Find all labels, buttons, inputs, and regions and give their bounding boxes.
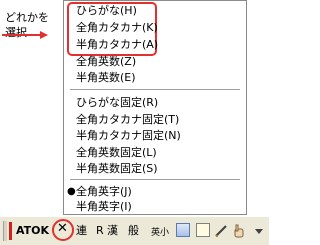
kan-button[interactable]: 漢: [107, 224, 118, 238]
selected-bullet-icon: ●: [67, 186, 76, 197]
callout-arrow-icon: [40, 31, 48, 39]
eishou-button[interactable]: 英小: [151, 226, 169, 240]
menu-separator: [70, 179, 240, 181]
menu-item-label: 全角英字(J): [76, 185, 132, 198]
callout-line1: どれかを: [5, 11, 49, 24]
menu-item-hankaku-katakana-fixed[interactable]: 半角カタカナ固定(N): [76, 129, 181, 143]
menu-item-hiragana-fixed[interactable]: ひらがな固定(R): [76, 96, 158, 110]
input-mode-menu: ひらがな(H) 全角カタカナ(K) 半角カタカナ(A) 全角英数(Z) 半角英数…: [63, 0, 247, 215]
menu-item-hankaku-eisu-fixed[interactable]: 半角英数固定(S): [76, 162, 158, 176]
dropdown-icon[interactable]: [252, 223, 266, 237]
menu-item-hankaku-eiji[interactable]: 半角英字(I): [76, 200, 132, 214]
menu-item-zenkaku-eiji[interactable]: ● 全角英字(J): [67, 185, 132, 199]
calculator-icon[interactable]: [176, 223, 190, 237]
menu-item-zenkaku-katakana-fixed[interactable]: 全角カタカナ固定(T): [76, 113, 179, 127]
callout-line2: 選択: [5, 26, 27, 39]
menu-item-hankaku-katakana[interactable]: 半角カタカナ(A): [76, 38, 158, 52]
atok-logo[interactable]: ATOK: [16, 224, 49, 238]
menu-item-hiragana[interactable]: ひらがな(H): [76, 4, 137, 18]
menu-item-zenkaku-eisu[interactable]: 全角英数(Z): [76, 55, 136, 69]
atok-toolbar: ATOK ✕ 連 R 漢 般 英小: [0, 216, 269, 245]
pen-icon[interactable]: [214, 223, 228, 237]
menu-item-hankaku-eisu[interactable]: 半角英数(E): [76, 71, 136, 85]
toolbar-grip[interactable]: [3, 221, 7, 241]
r-button[interactable]: R: [96, 224, 104, 238]
ren-button[interactable]: 連: [76, 224, 87, 238]
note-icon[interactable]: [196, 223, 210, 237]
toolbar-red-marker: [9, 222, 12, 240]
han-button[interactable]: 般: [128, 224, 139, 238]
menu-item-zenkaku-eisu-fixed[interactable]: 全角英数固定(L): [76, 146, 157, 160]
menu-separator: [70, 89, 240, 91]
hand-icon[interactable]: [232, 223, 246, 238]
input-mode-button[interactable]: ✕: [57, 221, 68, 236]
menu-item-zenkaku-katakana[interactable]: 全角カタカナ(K): [76, 21, 158, 35]
callout-line: [2, 34, 42, 36]
